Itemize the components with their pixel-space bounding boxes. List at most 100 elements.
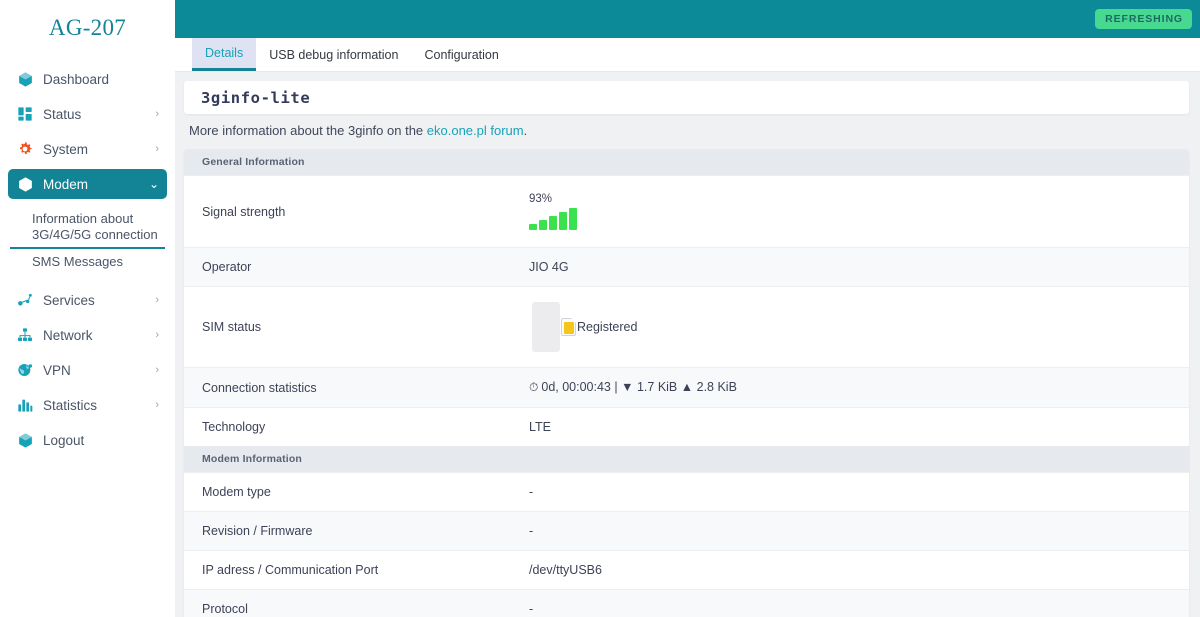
tab-bar: Details USB debug information Configuratio… <box>175 38 1200 72</box>
row-value-cell: JIO 4G <box>529 247 1189 287</box>
signal-percent: 93% <box>529 193 553 205</box>
sidebar-item-label: System <box>43 141 89 157</box>
cube-icon <box>16 175 34 193</box>
grid-icon <box>16 105 34 123</box>
app-root: AG-207 Dashboard Status › System › Modem ⌄ Info… <box>0 0 1200 617</box>
sim-card-icon <box>532 302 560 352</box>
row-value: - <box>529 602 534 616</box>
row-key: Operator <box>184 247 529 287</box>
sidebar-item-label: Services <box>43 292 95 308</box>
signal-bars-icon <box>529 208 1189 230</box>
row-key: Revision / Firmware <box>184 511 529 551</box>
gear-icon <box>16 140 34 158</box>
row-key: Technology <box>184 407 529 446</box>
row-value-cell: Registered <box>529 286 1189 368</box>
tab-usb-debug-information[interactable]: USB debug information <box>256 38 411 71</box>
brand-title: AG-207 <box>48 15 127 40</box>
section-heading: Modem Information <box>184 446 1189 473</box>
chevron-down-icon: ⌄ <box>148 177 159 191</box>
sidebar: AG-207 Dashboard Status › System › Modem ⌄ Info… <box>0 0 175 617</box>
table-row: Technology LTE <box>184 407 1189 446</box>
download-icon: ▼ <box>621 380 634 394</box>
top-bar: REFRESHING <box>175 0 1200 38</box>
row-value-cell: LTE <box>529 407 1189 446</box>
row-value: /dev/ttyUSB6 <box>529 563 602 577</box>
info-line: More information about the 3ginfo on the… <box>184 123 1189 149</box>
row-key: IP adress / Communication Port <box>184 550 529 590</box>
connection-stats-value: ⏱ 0d, 00:00:43 | ▼ 1.7 KiB ▲ 2.8 KiB <box>529 380 737 394</box>
tab-details[interactable]: Details <box>192 38 257 71</box>
sidebar-item-label: Network <box>43 327 93 343</box>
table-row: Connection statistics ⏱ 0d, 00:00:43 | ▼ 1… <box>184 367 1189 408</box>
bar-chart-icon <box>16 396 34 414</box>
sidebar-item-network[interactable]: Network › <box>8 320 167 350</box>
sidebar-item-status[interactable]: Status › <box>8 99 167 129</box>
uptime-value: 0d, 00:00:43 <box>541 380 611 394</box>
section-heading: General Information <box>184 149 1189 176</box>
refreshing-badge[interactable]: REFRESHING <box>1095 9 1192 29</box>
sidebar-item-label: Modem <box>43 176 89 192</box>
tab-configuration[interactable]: Configuration <box>411 38 511 71</box>
sidebar-subitem-connection-info[interactable]: Information about 3G/4G/5G connection <box>10 206 165 249</box>
sidebar-item-modem[interactable]: Modem ⌄ <box>8 169 167 199</box>
cube-icon <box>16 431 34 449</box>
sim-status-label: Registered <box>577 320 638 334</box>
row-value-cell: ⏱ 0d, 00:00:43 | ▼ 1.7 KiB ▲ 2.8 KiB <box>529 367 1189 408</box>
row-value-cell: - <box>529 589 1189 617</box>
stats-separator: | <box>614 380 618 394</box>
sidebar-item-dashboard[interactable]: Dashboard <box>8 64 167 94</box>
row-key: Connection statistics <box>184 367 529 408</box>
table-section-header: Modem Information <box>184 446 1189 473</box>
table-row: Signal strength 93% <box>184 175 1189 248</box>
table-row: Operator JIO 4G <box>184 247 1189 287</box>
sidebar-item-statistics[interactable]: Statistics › <box>8 390 167 420</box>
page-title: 3ginfo-lite <box>201 88 311 107</box>
table-row: IP adress / Communication Port/dev/ttyUS… <box>184 550 1189 590</box>
row-key: Protocol <box>184 589 529 617</box>
row-value: JIO 4G <box>529 260 569 274</box>
row-value: LTE <box>529 420 551 434</box>
table-row: SIM status Registered <box>184 286 1189 368</box>
signal-strength-indicator: 93% <box>529 193 1189 230</box>
row-key: SIM status <box>184 286 529 368</box>
sidebar-item-logout[interactable]: Logout <box>8 425 167 455</box>
forum-link[interactable]: eko.one.pl forum <box>427 123 524 138</box>
sidebar-subnav: Information about 3G/4G/5G connection SMS… <box>10 204 165 280</box>
info-line-prefix: More information about the 3ginfo on the <box>189 123 427 138</box>
row-key: Signal strength <box>184 175 529 248</box>
chevron-right-icon: › <box>155 142 159 155</box>
page-title-card: 3ginfo-lite <box>184 81 1189 114</box>
globe-icon <box>16 361 34 379</box>
sidebar-item-label: Logout <box>43 432 85 448</box>
row-value: - <box>529 524 534 538</box>
chevron-right-icon: › <box>155 328 159 341</box>
sidebar-item-services[interactable]: Services › <box>8 285 167 315</box>
sitemap-icon <box>16 326 34 344</box>
sidebar-subitem-sms-messages[interactable]: SMS Messages <box>10 249 165 276</box>
chevron-right-icon: › <box>155 363 159 376</box>
cube-icon <box>16 70 34 88</box>
sidebar-item-label: VPN <box>43 362 71 378</box>
info-line-suffix: . <box>523 123 528 138</box>
table-row: Modem type - <box>184 472 1189 512</box>
sim-chip-icon <box>561 318 576 336</box>
upload-icon: ▲ <box>680 380 694 394</box>
row-value: - <box>529 485 534 499</box>
details-table: General Information Signal strength 93% Ope… <box>184 149 1189 617</box>
sidebar-item-vpn[interactable]: VPN › <box>8 355 167 385</box>
sidebar-item-system[interactable]: System › <box>8 134 167 164</box>
table-row: Revision / Firmware - <box>184 511 1189 551</box>
row-value-cell: - <box>529 472 1189 512</box>
chevron-right-icon: › <box>155 398 159 411</box>
nodes-icon <box>16 291 34 309</box>
row-key: Modem type <box>184 472 529 512</box>
sidebar-item-label: Dashboard <box>43 71 110 87</box>
chevron-right-icon: › <box>155 107 159 120</box>
table-section-header: General Information <box>184 149 1189 176</box>
row-value-cell: 93% <box>529 175 1189 248</box>
download-value: 1.7 KiB <box>636 380 678 394</box>
row-value-cell: /dev/ttyUSB6 <box>529 550 1189 590</box>
content-area: 3ginfo-lite More information about the 3… <box>175 72 1200 617</box>
row-value-cell: - <box>529 511 1189 551</box>
sidebar-item-label: Statistics <box>43 397 98 413</box>
